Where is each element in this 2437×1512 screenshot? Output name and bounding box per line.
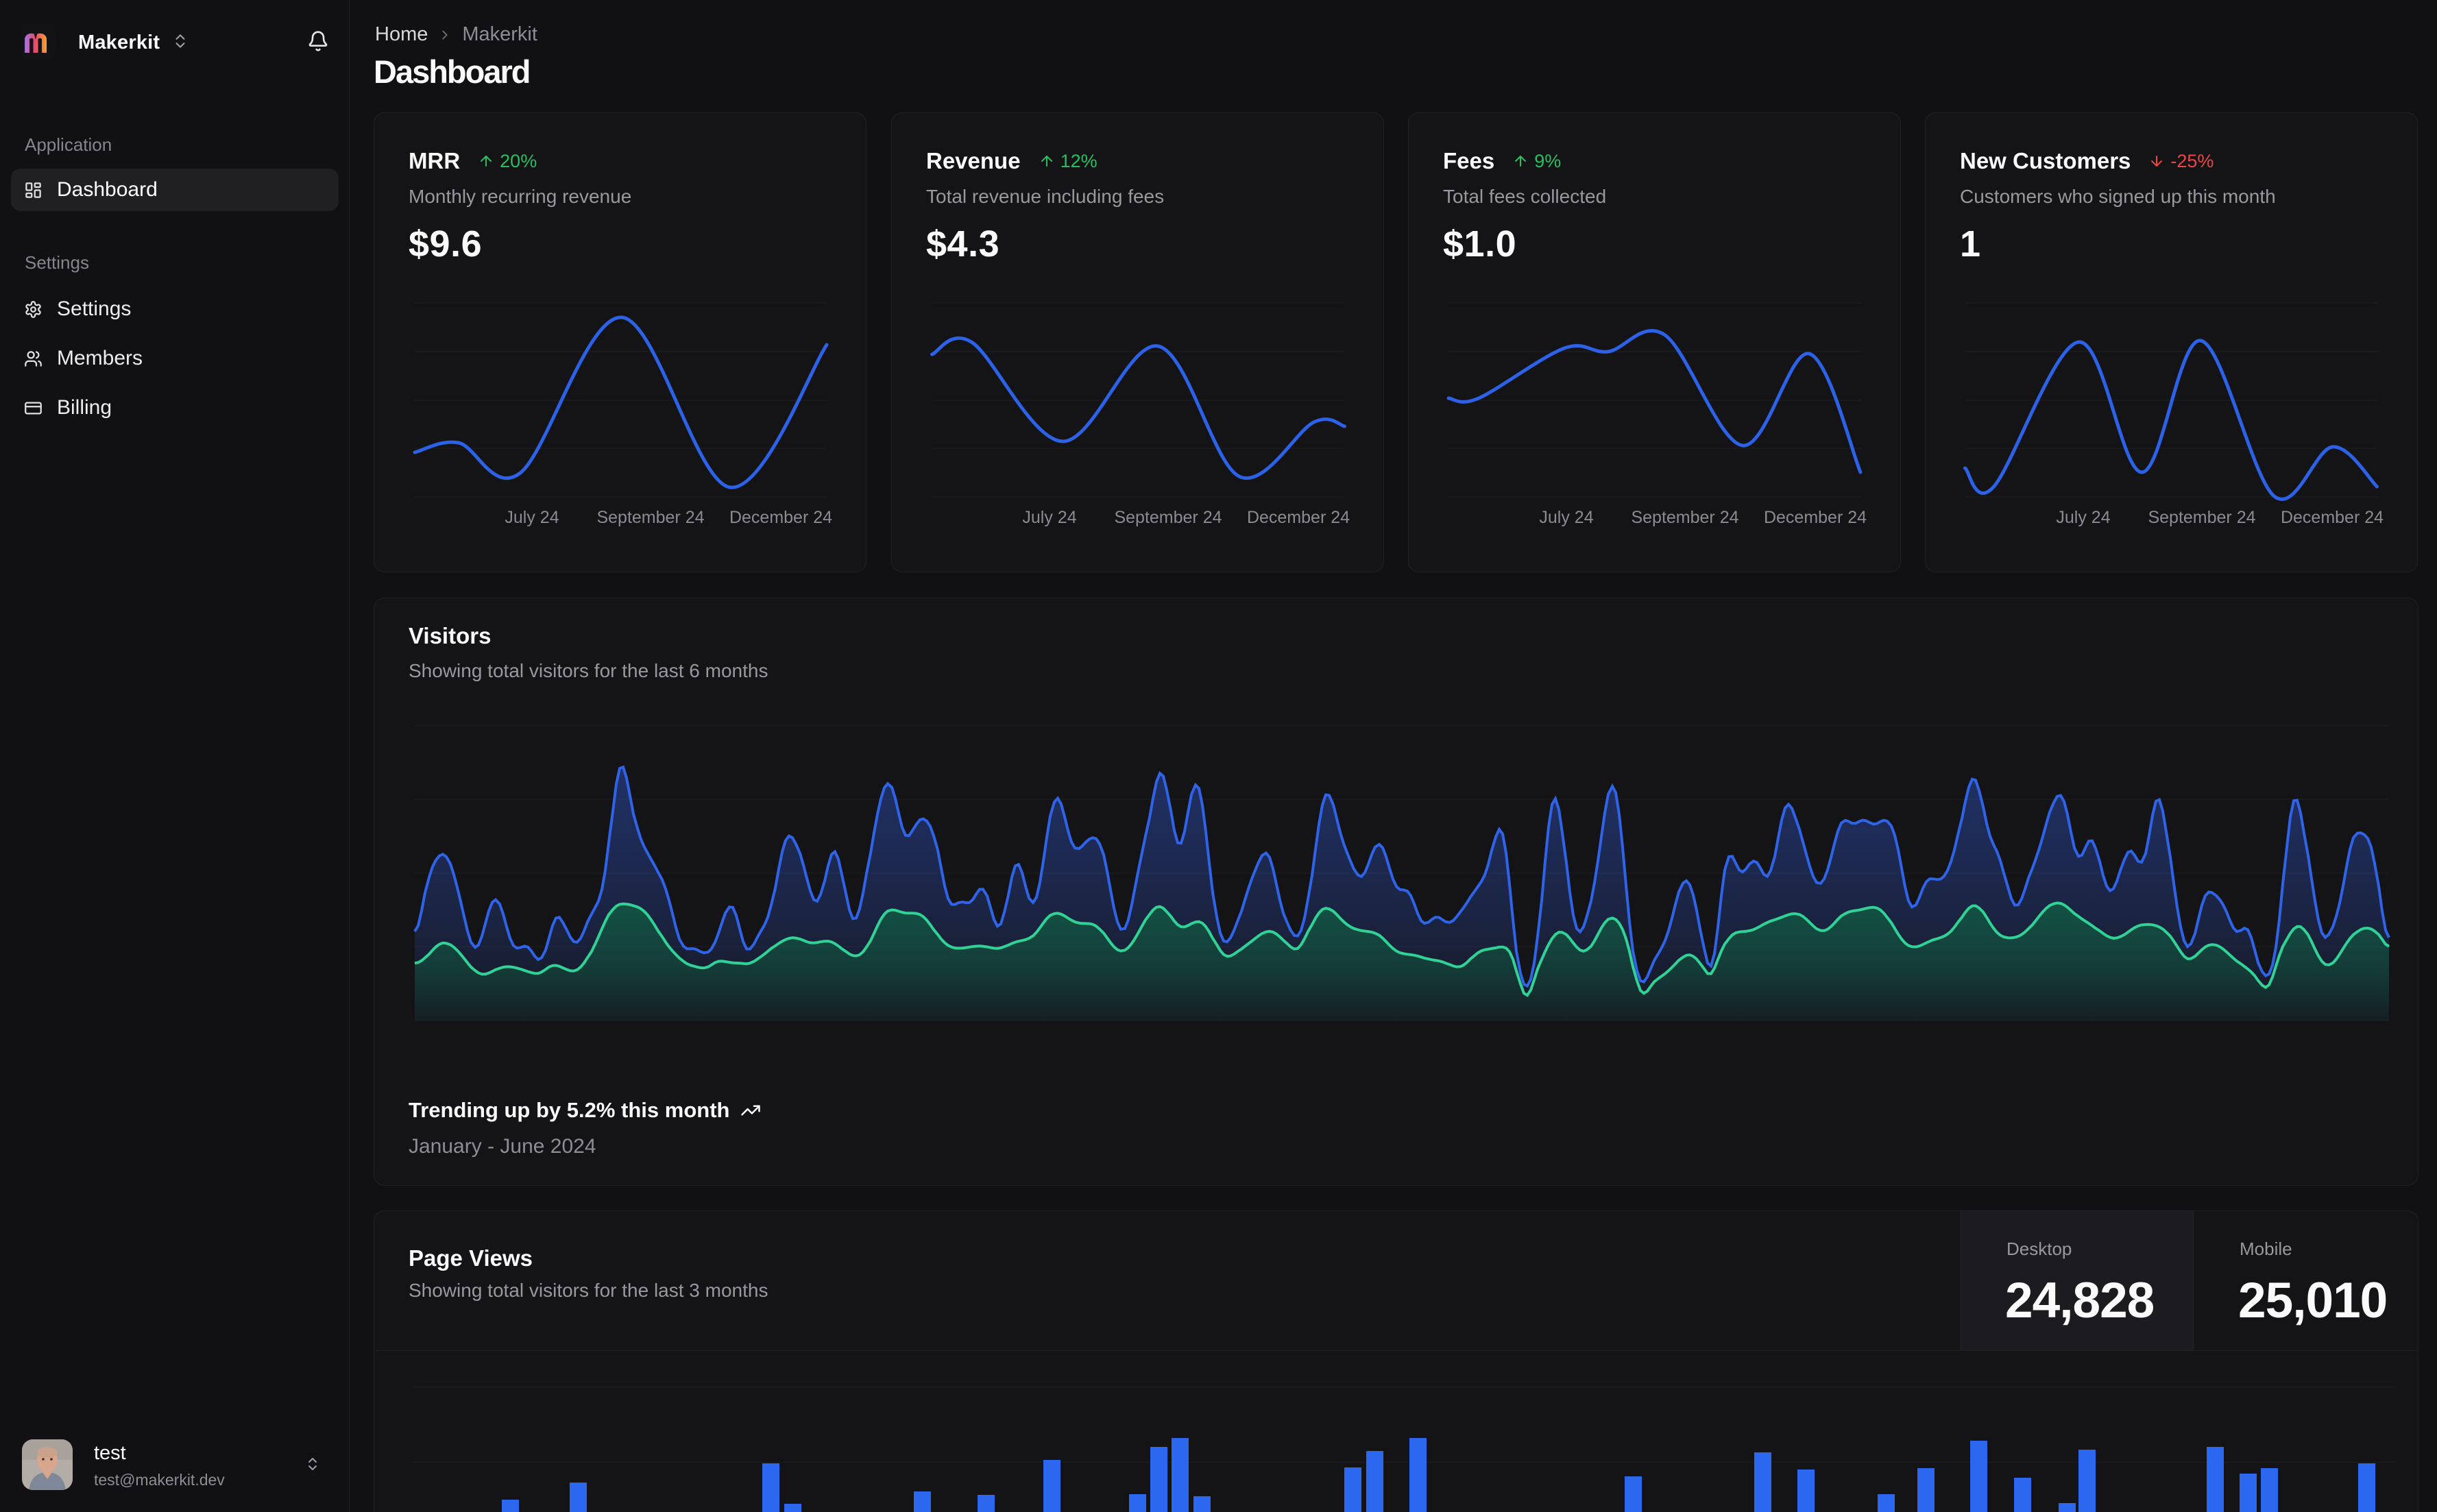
svg-text:December 24: December 24: [2281, 508, 2384, 527]
svg-text:September 24: September 24: [1114, 508, 1222, 527]
svg-text:December 24: December 24: [1247, 508, 1350, 527]
svg-text:September 24: September 24: [2148, 508, 2255, 527]
svg-text:December 24: December 24: [729, 508, 832, 527]
svg-text:December 24: December 24: [1764, 508, 1867, 527]
svg-text:July 24: July 24: [1022, 508, 1076, 527]
svg-text:September 24: September 24: [1631, 508, 1738, 527]
svg-text:July 24: July 24: [505, 508, 559, 527]
svg-text:July 24: July 24: [2056, 508, 2110, 527]
svg-text:September 24: September 24: [596, 508, 704, 527]
svg-text:July 24: July 24: [1539, 508, 1593, 527]
